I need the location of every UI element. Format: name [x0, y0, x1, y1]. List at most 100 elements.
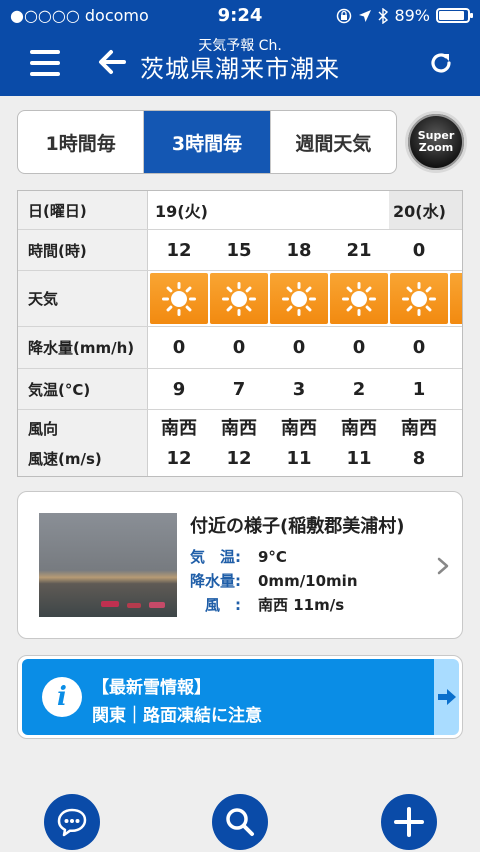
hour-cell: 12: [166, 239, 192, 261]
weather-row: 天気: [18, 271, 462, 327]
battery-icon: [436, 8, 473, 23]
nearby-label: 気 温:: [190, 548, 241, 566]
temp-cell: 2: [352, 378, 366, 400]
app-header: ●○○○○ docomo 9:24 89% 天気予報 Ch. 茨城県潮来市潮来: [0, 0, 480, 96]
chat-icon: [57, 808, 87, 837]
wind-cell: 南西 11: [329, 410, 389, 476]
sun-icon: [330, 273, 388, 324]
precip-cell: 0: [352, 337, 366, 358]
banner-headline: 【最新雪情報】: [92, 678, 211, 698]
wind-speed: 8: [412, 448, 426, 469]
temp-cell: 7: [232, 378, 246, 400]
channel-subtitle: 天気予報 Ch.: [198, 38, 282, 54]
tab-weekly[interactable]: 週間天気: [271, 111, 396, 173]
info-icon: i: [42, 677, 82, 717]
nearby-value: 9°C: [258, 548, 287, 566]
nearby-value: 0mm/10min: [258, 572, 358, 590]
sun-icon: [210, 273, 268, 324]
hour-cell: 15: [226, 239, 252, 261]
row-label-temp: 気温(°C): [18, 369, 148, 409]
precip-row: 降水量(mm/h) 0 0 0 0 0: [18, 327, 462, 369]
add-icon: [394, 807, 424, 837]
precip-cell: 0: [232, 337, 246, 358]
tab-3hourly[interactable]: 3時間毎: [144, 111, 271, 173]
news-banner[interactable]: i 【最新雪情報】 関東｜路面凍結に注意: [17, 655, 463, 739]
wind-dir: 南西: [161, 418, 197, 439]
row-label-precip: 降水量(mm/h): [18, 327, 148, 368]
nearby-title: 付近の様子(稲敷郡美浦村): [190, 516, 405, 537]
chat-button[interactable]: [44, 794, 100, 850]
wind-cell: 南西 11: [269, 410, 329, 476]
precip-cell: 0: [292, 337, 306, 358]
wind-dir: 南西: [341, 418, 377, 439]
nearby-label: 風 :: [190, 596, 241, 614]
superzoom-button[interactable]: Super Zoom: [405, 111, 467, 173]
banner-arrow-button[interactable]: [434, 659, 459, 735]
nearby-row-precip: 降水量: 0mm/10min: [190, 570, 358, 591]
hour-cell: 21: [346, 239, 372, 261]
forecast-table[interactable]: 日(曜日) 19(火) 20(水) 時間(時) 12 15 18 21 0 天気…: [17, 190, 463, 477]
temp-cell: 3: [292, 378, 306, 400]
back-arrow-icon[interactable]: [96, 46, 128, 78]
wind-speed: 12: [226, 448, 252, 469]
row-label-weather: 天気: [18, 271, 148, 326]
sun-icon: [270, 273, 328, 324]
wind-cell: 南西 8: [389, 410, 449, 476]
row-label-time: 時間(時): [18, 230, 148, 270]
time-row: 時間(時) 12 15 18 21 0: [18, 230, 462, 271]
hour-cell: 0: [412, 239, 426, 261]
status-bar: ●○○○○ docomo 9:24 89%: [0, 0, 480, 34]
temp-cell: 9: [172, 378, 186, 400]
location-icon: [359, 9, 372, 22]
search-icon: [226, 808, 254, 836]
tab-hourly[interactable]: 1時間毎: [18, 111, 145, 173]
banner-text: 関東｜路面凍結に注意: [92, 706, 262, 726]
day-label-1: 19(火): [155, 202, 208, 221]
wind-cell: 南西 12: [209, 410, 269, 476]
sun-icon: [450, 273, 462, 324]
wind-cell-partial: 南: [449, 410, 462, 476]
interval-tabs: 1時間毎 3時間毎 週間天気: [17, 110, 397, 174]
battery-percent: 89%: [394, 6, 430, 25]
row-label-wind-dir: 風向: [28, 420, 59, 438]
news-banner-body[interactable]: i 【最新雪情報】 関東｜路面凍結に注意: [22, 659, 434, 735]
superzoom-label-2: Zoom: [418, 141, 454, 154]
day-label-2: 20(水): [389, 191, 462, 229]
status-right: 89%: [336, 6, 473, 25]
row-label-wind: 風向 風速(m/s): [18, 410, 148, 476]
wind-row: 風向 風速(m/s) 南西 12 南西 12 南西 11 南西 11 南西 8 南: [18, 410, 462, 476]
nearby-value: 南西 11m/s: [258, 596, 345, 614]
hour-cell: 18: [286, 239, 312, 261]
arrow-right-icon: [437, 689, 456, 705]
sun-icon: [390, 273, 448, 324]
nearby-row-temp: 気 温: 9°C: [190, 546, 287, 567]
nearby-label: 降水量:: [190, 572, 241, 590]
date-row: 日(曜日) 19(火) 20(水): [18, 191, 462, 230]
hamburger-menu-icon[interactable]: [30, 50, 60, 76]
live-camera-image: [39, 513, 177, 617]
nearby-row-wind: 風 : 南西 11m/s: [190, 594, 344, 615]
refresh-icon[interactable]: [428, 50, 454, 76]
search-button[interactable]: [212, 794, 268, 850]
wind-dir: 南西: [401, 418, 437, 439]
sun-icon: [150, 273, 208, 324]
wind-speed: 11: [286, 448, 312, 469]
wind-cell: 南西 12: [149, 410, 209, 476]
wind-dir: 南西: [221, 418, 257, 439]
wind-speed: 12: [166, 448, 192, 469]
wind-dir: 南西: [281, 418, 317, 439]
chevron-right-icon: [437, 557, 449, 575]
wind-speed: 11: [346, 448, 372, 469]
temp-row: 気温(°C) 9 7 3 2 1: [18, 369, 462, 410]
page-title: 茨城県潮来市潮来: [140, 55, 340, 83]
temp-cell: 1: [412, 378, 426, 400]
nearby-conditions-card[interactable]: 付近の様子(稲敷郡美浦村) 気 温: 9°C 降水量: 0mm/10min 風 : 南…: [17, 491, 463, 639]
bluetooth-icon: [378, 7, 389, 24]
row-label-wind-speed: 風速(m/s): [28, 450, 102, 468]
lock-rotation-icon: [337, 8, 352, 23]
row-label-date: 日(曜日): [18, 191, 148, 229]
precip-cell: 0: [412, 337, 426, 358]
precip-cell: 0: [172, 337, 186, 358]
add-button[interactable]: [381, 794, 437, 850]
header-title-block: 天気予報 Ch. 茨城県潮来市潮来: [130, 38, 350, 84]
